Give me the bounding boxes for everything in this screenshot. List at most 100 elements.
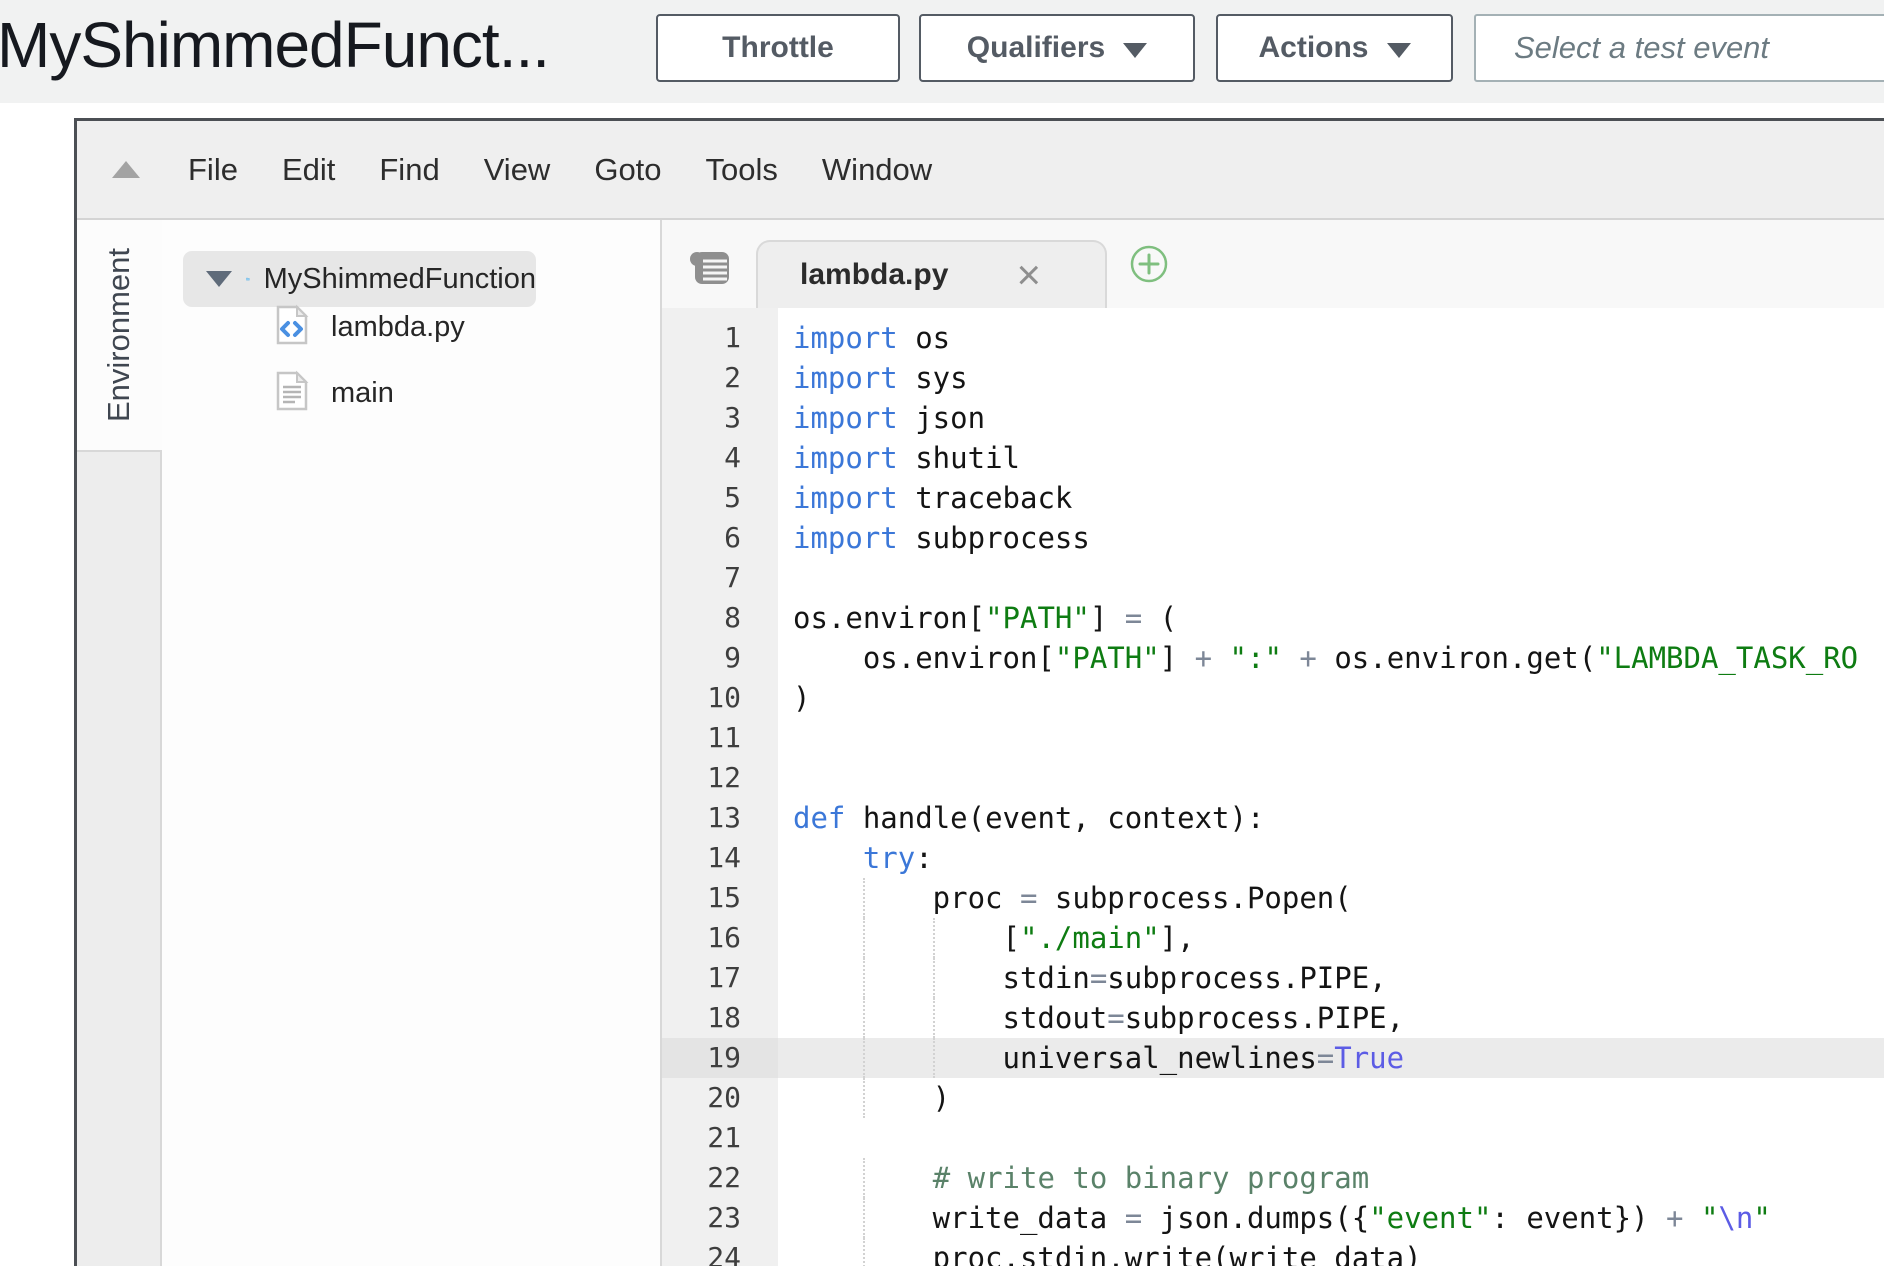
menu-item-find[interactable]: Find: [379, 152, 439, 188]
line-number[interactable]: 8: [662, 598, 778, 638]
line-number[interactable]: 7: [662, 558, 778, 598]
code-line[interactable]: 17 stdin=subprocess.PIPE,: [662, 958, 1884, 998]
code-line-text[interactable]: [778, 758, 1884, 798]
test-event-select[interactable]: Select a test event: [1474, 14, 1884, 82]
code-line-text[interactable]: def handle(event, context):: [778, 798, 1884, 838]
code-line[interactable]: 13def handle(event, context):: [662, 798, 1884, 838]
menu-item-tools[interactable]: Tools: [706, 152, 778, 188]
lambda-console-screen: MyShimmedFunct... Throttle Qualifiers Ac…: [0, 0, 1884, 1266]
code-line[interactable]: 22 # write to binary program: [662, 1158, 1884, 1198]
code-line-text[interactable]: import os: [778, 318, 1884, 358]
indent-guide: [863, 1238, 865, 1266]
code-line[interactable]: 20 ): [662, 1078, 1884, 1118]
line-number[interactable]: 24: [662, 1238, 778, 1266]
code-line[interactable]: 15 proc = subprocess.Popen(: [662, 878, 1884, 918]
line-number[interactable]: 5: [662, 478, 778, 518]
code-line-text[interactable]: ["./main"],: [778, 918, 1884, 958]
code-line-text[interactable]: os.environ["PATH"] = (: [778, 598, 1884, 638]
line-number[interactable]: 9: [662, 638, 778, 678]
code-line-text[interactable]: proc = subprocess.Popen(: [778, 878, 1884, 918]
code-line-text[interactable]: import json: [778, 398, 1884, 438]
line-number[interactable]: 21: [662, 1118, 778, 1158]
close-tab-icon[interactable]: ×: [1016, 254, 1041, 296]
code-line[interactable]: 16 ["./main"],: [662, 918, 1884, 958]
line-number[interactable]: 22: [662, 1158, 778, 1198]
code-line-text[interactable]: try:: [778, 838, 1884, 878]
menu-item-goto[interactable]: Goto: [594, 152, 661, 188]
menu-item-edit[interactable]: Edit: [282, 152, 335, 188]
line-number[interactable]: 14: [662, 838, 778, 878]
tree-file-label: lambda.py: [331, 311, 465, 344]
line-number[interactable]: 2: [662, 358, 778, 398]
collapse-pane-icon[interactable]: [112, 161, 140, 178]
line-number[interactable]: 13: [662, 798, 778, 838]
tab-list-icon[interactable]: [689, 250, 731, 293]
folder-expanded-caret-icon[interactable]: [206, 271, 232, 287]
code-line[interactable]: 18 stdout=subprocess.PIPE,: [662, 998, 1884, 1038]
code-line-text[interactable]: # write to binary program: [778, 1158, 1884, 1198]
test-event-placeholder: Select a test event: [1514, 30, 1769, 66]
line-number[interactable]: 16: [662, 918, 778, 958]
code-line[interactable]: 5import traceback: [662, 478, 1884, 518]
line-number[interactable]: 12: [662, 758, 778, 798]
code-line-text[interactable]: import traceback: [778, 478, 1884, 518]
menu-item-file[interactable]: File: [188, 152, 238, 188]
tree-folder-row[interactable]: MyShimmedFunction: [183, 251, 536, 307]
code-line-text[interactable]: import shutil: [778, 438, 1884, 478]
code-line-text[interactable]: import sys: [778, 358, 1884, 398]
code-line[interactable]: 6import subprocess: [662, 518, 1884, 558]
code-line-text[interactable]: stdout=subprocess.PIPE,: [778, 998, 1884, 1038]
line-number[interactable]: 6: [662, 518, 778, 558]
code-line-text[interactable]: stdin=subprocess.PIPE,: [778, 958, 1884, 998]
code-line-text[interactable]: ): [778, 1078, 1884, 1118]
tab-lambda-py[interactable]: lambda.py ×: [756, 240, 1107, 308]
code-line[interactable]: 12: [662, 758, 1884, 798]
indent-guide: [863, 998, 865, 1038]
line-number[interactable]: 18: [662, 998, 778, 1038]
code-line-text[interactable]: os.environ["PATH"] + ":" + os.environ.ge…: [778, 638, 1884, 678]
code-line[interactable]: 19 universal_newlines=True: [662, 1038, 1884, 1078]
tree-file-main[interactable]: main: [162, 366, 660, 420]
actions-button[interactable]: Actions: [1216, 14, 1453, 82]
tree-file-lambda[interactable]: lambda.py: [162, 300, 660, 354]
line-number[interactable]: 11: [662, 718, 778, 758]
menu-item-view[interactable]: View: [484, 152, 551, 188]
new-tab-plus-icon[interactable]: [1129, 244, 1169, 289]
code-line[interactable]: 3import json: [662, 398, 1884, 438]
code-line[interactable]: 21: [662, 1118, 1884, 1158]
environment-tab[interactable]: Environment: [77, 220, 162, 452]
line-number[interactable]: 15: [662, 878, 778, 918]
line-number[interactable]: 20: [662, 1078, 778, 1118]
code-line[interactable]: 14 try:: [662, 838, 1884, 878]
code-line[interactable]: 7: [662, 558, 1884, 598]
code-line[interactable]: 10): [662, 678, 1884, 718]
code-line[interactable]: 8os.environ["PATH"] = (: [662, 598, 1884, 638]
code-line[interactable]: 2import sys: [662, 358, 1884, 398]
code-line-text[interactable]: import subprocess: [778, 518, 1884, 558]
code-area[interactable]: 1import os2import sys3import json4import…: [662, 308, 1884, 1266]
menu-item-window[interactable]: Window: [822, 152, 932, 188]
code-line-text[interactable]: [778, 558, 1884, 598]
code-line[interactable]: 24 proc.stdin.write(write_data): [662, 1238, 1884, 1266]
code-line[interactable]: 1import os: [662, 318, 1884, 358]
code-line-text[interactable]: [778, 1118, 1884, 1158]
code-line-text[interactable]: write_data = json.dumps({"event": event}…: [778, 1198, 1884, 1238]
code-line-text[interactable]: proc.stdin.write(write_data): [778, 1238, 1884, 1266]
code-line-text[interactable]: ): [778, 678, 1884, 718]
line-number[interactable]: 17: [662, 958, 778, 998]
line-number[interactable]: 19: [662, 1038, 778, 1078]
line-number[interactable]: 4: [662, 438, 778, 478]
line-number[interactable]: 3: [662, 398, 778, 438]
code-line-text[interactable]: universal_newlines=True: [778, 1038, 1884, 1078]
code-line[interactable]: 11: [662, 718, 1884, 758]
code-line[interactable]: 9 os.environ["PATH"] + ":" + os.environ.…: [662, 638, 1884, 678]
line-number[interactable]: 10: [662, 678, 778, 718]
throttle-button[interactable]: Throttle: [656, 14, 900, 82]
code-line-text[interactable]: [778, 718, 1884, 758]
code-line[interactable]: 4import shutil: [662, 438, 1884, 478]
indent-guide: [933, 918, 935, 958]
line-number[interactable]: 23: [662, 1198, 778, 1238]
line-number[interactable]: 1: [662, 318, 778, 358]
code-line[interactable]: 23 write_data = json.dumps({"event": eve…: [662, 1198, 1884, 1238]
qualifiers-button[interactable]: Qualifiers: [919, 14, 1195, 82]
